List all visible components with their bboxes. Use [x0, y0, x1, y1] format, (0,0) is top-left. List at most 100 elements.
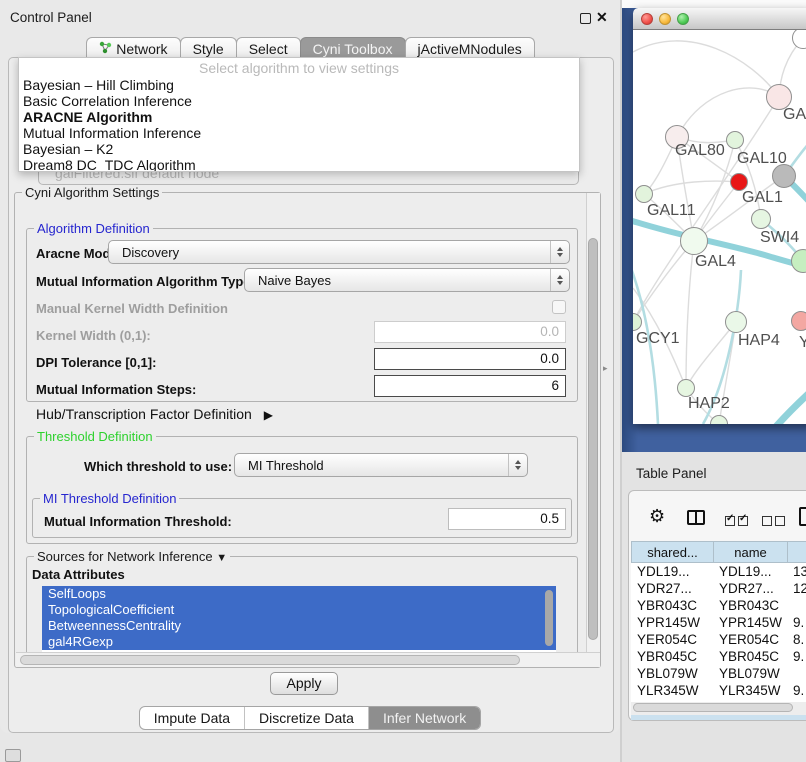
- table-cell: YER054C: [713, 631, 787, 648]
- tab-jactivemnodules[interactable]: jActiveMNodules: [405, 37, 535, 58]
- sources-group-title[interactable]: Sources for Network Inference ▼: [34, 549, 230, 564]
- bottom-tab-infer-network[interactable]: Infer Network: [369, 707, 480, 729]
- screen: Control Panel ✕ NetworkStyleSelectCyni T…: [0, 0, 806, 762]
- algorithm-dropdown-popup: Select algorithm to view settings Bayesi…: [18, 57, 580, 172]
- data-attributes-list[interactable]: SelfLoopsTopologicalCoefficientBetweenne…: [42, 586, 556, 652]
- network-node-y[interactable]: [791, 311, 806, 331]
- algorithm-option[interactable]: Bayesian – K2: [19, 141, 579, 157]
- data-attribute-item[interactable]: SelfLoops: [42, 586, 556, 602]
- node-label: HAP4: [738, 332, 780, 350]
- table-row[interactable]: YBR045CYBR045C9.: [631, 648, 806, 665]
- table-row[interactable]: YER054CYER054C8.: [631, 631, 806, 648]
- table-footer-strip: [631, 715, 806, 720]
- node-label: GAL1: [742, 189, 783, 207]
- mi-type-select[interactable]: Naive Bayes: [244, 268, 570, 292]
- cyni-algorithm-settings-title: Cyni Algorithm Settings: [22, 185, 162, 200]
- select-all-checkboxes-icon[interactable]: [725, 513, 751, 531]
- bottom-tab-impute-data[interactable]: Impute Data: [140, 707, 245, 729]
- table-cell: 9.: [787, 614, 806, 631]
- table-cell: YPR145W: [631, 614, 713, 631]
- table-row[interactable]: YPR145WYPR145W9.: [631, 614, 806, 631]
- float-window-icon[interactable]: [580, 13, 591, 24]
- threshold-definition-title: Threshold Definition: [34, 429, 156, 444]
- which-threshold-select[interactable]: MI Threshold: [234, 453, 528, 477]
- table-cell: 9.: [787, 648, 806, 665]
- table-row[interactable]: YDL19...YDL19...13: [631, 563, 806, 580]
- network-node[interactable]: [772, 164, 796, 188]
- data-attribute-item[interactable]: BetweennessCentrality: [42, 618, 556, 634]
- network-node-gal4[interactable]: [680, 227, 708, 255]
- bottom-tab-discretize-data[interactable]: Discretize Data: [245, 707, 369, 729]
- table-row[interactable]: YLR345WYLR345W9.: [631, 682, 806, 699]
- mi-threshold-field[interactable]: 0.5: [448, 508, 566, 530]
- algorithm-option[interactable]: Mutual Information Inference: [19, 125, 579, 141]
- gear-icon[interactable]: ⚙: [649, 506, 665, 527]
- algorithm-option[interactable]: Basic Correlation Inference: [19, 93, 579, 109]
- manual-kernel-checkbox[interactable]: [552, 300, 566, 314]
- mi-steps-field[interactable]: 6: [374, 375, 566, 397]
- attribute-list-scrollbar[interactable]: [545, 590, 553, 646]
- tab-select[interactable]: Select: [236, 37, 301, 58]
- which-threshold-label: Which threshold to use:: [84, 459, 232, 474]
- column-header[interactable]: shared...: [632, 542, 714, 563]
- new-table-icon[interactable]: [799, 507, 806, 526]
- network-node-gal11[interactable]: [635, 185, 653, 203]
- bottom-tabbar: Impute DataDiscretize DataInfer Network: [0, 706, 620, 730]
- mi-threshold-label: Mutual Information Threshold:: [44, 514, 232, 529]
- algorithm-option[interactable]: ARACNE Algorithm: [19, 109, 579, 125]
- table-cell: YER054C: [631, 631, 713, 648]
- data-attribute-item[interactable]: gal4RGexp: [42, 634, 556, 650]
- aracne-mode-select[interactable]: Discovery: [108, 240, 570, 264]
- table-cell: YDR27...: [631, 580, 713, 597]
- table-cell: 12: [787, 580, 806, 597]
- control-panel: Control Panel ✕ NetworkStyleSelectCyni T…: [0, 0, 620, 733]
- column-header[interactable]: A: [788, 542, 806, 563]
- tab-network[interactable]: Network: [86, 37, 180, 58]
- tab-cyni-toolbox[interactable]: Cyni Toolbox: [300, 37, 406, 58]
- settings-vscrollbar-thumb[interactable]: [588, 238, 598, 640]
- table-row[interactable]: YBL079WYBL079W: [631, 665, 806, 682]
- mi-steps-label: Mutual Information Steps:: [36, 382, 196, 397]
- data-attribute-item[interactable]: TopologicalCoefficient: [42, 602, 556, 618]
- hub-definition-toggle[interactable]: Hub/Transcription Factor Definition ▶: [36, 406, 273, 422]
- network-window-titlebar[interactable]: [633, 8, 806, 30]
- settings-hscrollbar-thumb[interactable]: [20, 655, 520, 665]
- deselect-all-checkboxes-icon[interactable]: [762, 513, 788, 531]
- close-icon[interactable]: ✕: [596, 9, 608, 26]
- apply-button[interactable]: Apply: [270, 672, 338, 695]
- window-minimize-icon[interactable]: [659, 13, 671, 25]
- manual-kernel-label: Manual Kernel Width Definition: [36, 301, 228, 316]
- columns-icon[interactable]: [687, 510, 705, 525]
- aracne-mode-value: Discovery: [109, 245, 550, 260]
- combo-arrows-icon: [550, 241, 569, 263]
- tab-style[interactable]: Style: [180, 37, 237, 58]
- table-header-row[interactable]: shared...nameA: [632, 542, 806, 563]
- algorithm-option[interactable]: Dream8 DC_TDC Algorithm: [19, 157, 579, 172]
- kernel-width-field[interactable]: 0.0: [374, 321, 566, 343]
- window-zoom-icon[interactable]: [677, 13, 689, 25]
- node-table: shared...nameA YDL19...YDL19...13YDR27..…: [631, 541, 806, 702]
- panel-collapse-arrow-icon[interactable]: ▸: [603, 363, 608, 374]
- table-panel-title: Table Panel: [636, 466, 707, 481]
- network-node-gal1[interactable]: [751, 209, 771, 229]
- network-node-hap4[interactable]: [725, 311, 747, 333]
- node-label: SWI4: [760, 229, 799, 247]
- table-hscrollbar-thumb[interactable]: [633, 703, 793, 712]
- table-row[interactable]: YDR27...YDR27...12: [631, 580, 806, 597]
- network-window: GALGAL80GAL10GAL1GAL11GAL4SWI4GCY1HAP4YH…: [633, 8, 806, 424]
- right-zone: GALGAL80GAL10GAL1GAL11GAL4SWI4GCY1HAP4YH…: [620, 0, 806, 762]
- node-label: HAP2: [688, 395, 730, 413]
- dpi-tolerance-field[interactable]: 0.0: [374, 348, 566, 370]
- cytopanel-mini-button[interactable]: [5, 749, 21, 762]
- network-canvas[interactable]: GALGAL80GAL10GAL1GAL11GAL4SWI4GCY1HAP4YH…: [633, 30, 806, 424]
- algorithm-option[interactable]: Bayesian – Hill Climbing: [19, 77, 579, 93]
- network-node-gal10[interactable]: [726, 131, 744, 149]
- table-panel: ⚙ shared...nameA YDL19...YDL19...13YDR27…: [628, 490, 806, 721]
- table-row[interactable]: YBR043CYBR043C: [631, 597, 806, 614]
- node-label: Y: [799, 334, 806, 352]
- window-close-icon[interactable]: [641, 13, 653, 25]
- node-label: GAL80: [675, 142, 725, 160]
- column-header[interactable]: name: [714, 542, 788, 563]
- algorithm-dropdown-list: Bayesian – Hill ClimbingBasic Correlatio…: [19, 77, 579, 172]
- network-desktop: GALGAL80GAL10GAL1GAL11GAL4SWI4GCY1HAP4YH…: [622, 8, 806, 452]
